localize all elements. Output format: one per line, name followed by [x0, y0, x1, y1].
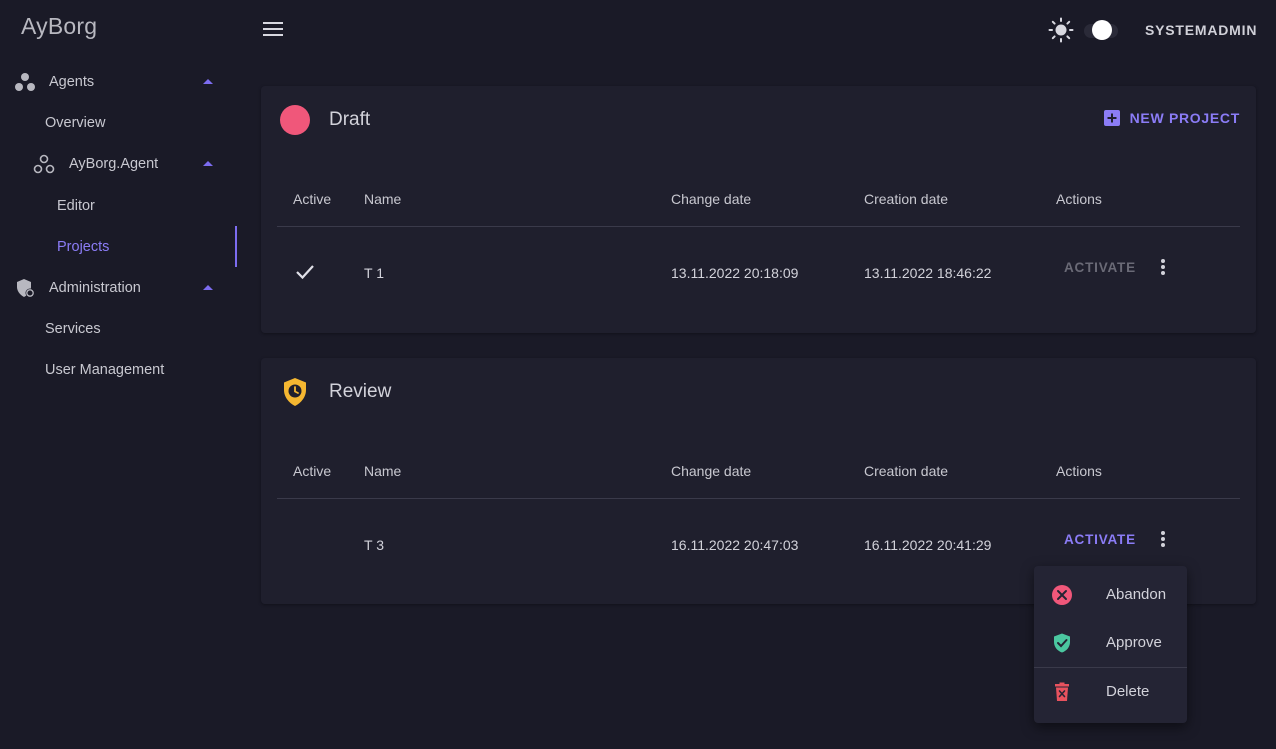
caret-up-icon	[203, 285, 213, 290]
change-date: 13.11.2022 20:18:09	[671, 265, 799, 281]
table-divider	[277, 498, 1240, 499]
theme-toggle[interactable]	[1048, 17, 1118, 43]
more-vert-icon[interactable]	[1153, 257, 1173, 277]
table-divider	[277, 226, 1240, 227]
sidebar-item-label: AyBorg.Agent	[69, 155, 159, 172]
draft-status-icon	[280, 105, 310, 135]
sidebar-item-label: Projects	[57, 238, 110, 255]
card-title: Draft	[329, 109, 371, 130]
more-vert-icon[interactable]	[1153, 529, 1173, 549]
sidebar-item-user-management[interactable]: User Management	[0, 349, 237, 390]
card-title: Review	[329, 381, 392, 402]
sidebar-item-agents[interactable]: Agents	[0, 61, 237, 102]
project-actions-menu: Abandon Approve Delete	[1034, 566, 1187, 723]
verified-shield-icon	[1054, 633, 1070, 653]
menu-item-label: Approve	[1106, 634, 1162, 651]
column-header-creation-date: Creation date	[864, 191, 949, 207]
cancel-icon	[1052, 585, 1072, 605]
column-header-actions: Actions	[1056, 463, 1102, 479]
sidebar-item-overview[interactable]: Overview	[0, 102, 237, 143]
column-header-creation-date: Creation date	[864, 463, 949, 479]
sidebar-item-label: Administration	[49, 279, 141, 296]
sidebar: AyBorg Agents Overview AyBorg.Agent Edit…	[0, 0, 237, 749]
sun-icon	[1048, 17, 1074, 43]
menu-item-label: Abandon	[1106, 586, 1167, 603]
sidebar-item-label: Editor	[57, 197, 95, 214]
menu-item-abandon[interactable]: Abandon	[1034, 571, 1187, 619]
column-header-name: Name	[364, 463, 402, 479]
new-project-button[interactable]: NEW PROJECT	[1103, 110, 1240, 126]
column-header-active: Active	[293, 191, 332, 207]
sidebar-item-label: Overview	[45, 114, 106, 131]
admin-shield-icon	[17, 278, 35, 297]
sidebar-item-administration[interactable]: Administration	[0, 267, 237, 308]
change-date: 16.11.2022 20:47:03	[671, 537, 799, 553]
user-menu-button[interactable]: SYSTEMADMIN	[1145, 22, 1257, 38]
caret-up-icon	[203, 161, 213, 166]
agents-icon	[15, 72, 35, 91]
menu-item-delete[interactable]: Delete	[1034, 668, 1187, 716]
activate-button[interactable]: ACTIVATE	[1064, 532, 1136, 547]
menu-item-label: Delete	[1106, 683, 1150, 700]
new-project-label: NEW PROJECT	[1129, 110, 1240, 126]
menu-item-approve[interactable]: Approve	[1034, 619, 1187, 667]
trash-icon	[1055, 682, 1069, 701]
project-name: T 3	[364, 537, 384, 553]
column-header-change-date: Change date	[671, 463, 752, 479]
column-header-change-date: Change date	[671, 191, 752, 207]
agent-icon	[33, 154, 55, 173]
add-box-icon	[1103, 110, 1120, 126]
sidebar-item-label: Services	[45, 320, 101, 337]
sidebar-item-services[interactable]: Services	[0, 308, 237, 349]
review-shield-clock-icon	[284, 378, 306, 406]
draft-card: Draft NEW PROJECT Active Name Change dat…	[261, 86, 1256, 333]
sidebar-item-label: User Management	[45, 361, 165, 378]
sidebar-item-projects[interactable]: Projects	[0, 226, 237, 267]
column-header-actions: Actions	[1056, 191, 1102, 207]
sidebar-item-agent[interactable]: AyBorg.Agent	[0, 143, 237, 184]
project-name: T 1	[364, 265, 384, 281]
brand-title: AyBorg	[21, 13, 98, 39]
activate-button[interactable]: ACTIVATE	[1064, 260, 1136, 275]
sidebar-item-label: Agents	[49, 73, 95, 90]
toggle-knob	[1092, 20, 1112, 40]
caret-up-icon	[203, 79, 213, 84]
creation-date: 16.11.2022 20:41:29	[864, 537, 992, 553]
creation-date: 13.11.2022 18:46:22	[864, 265, 992, 281]
column-header-name: Name	[364, 191, 402, 207]
menu-icon[interactable]	[263, 22, 283, 38]
sidebar-item-editor[interactable]: Editor	[0, 185, 237, 226]
column-header-active: Active	[293, 463, 332, 479]
check-icon	[296, 265, 314, 280]
